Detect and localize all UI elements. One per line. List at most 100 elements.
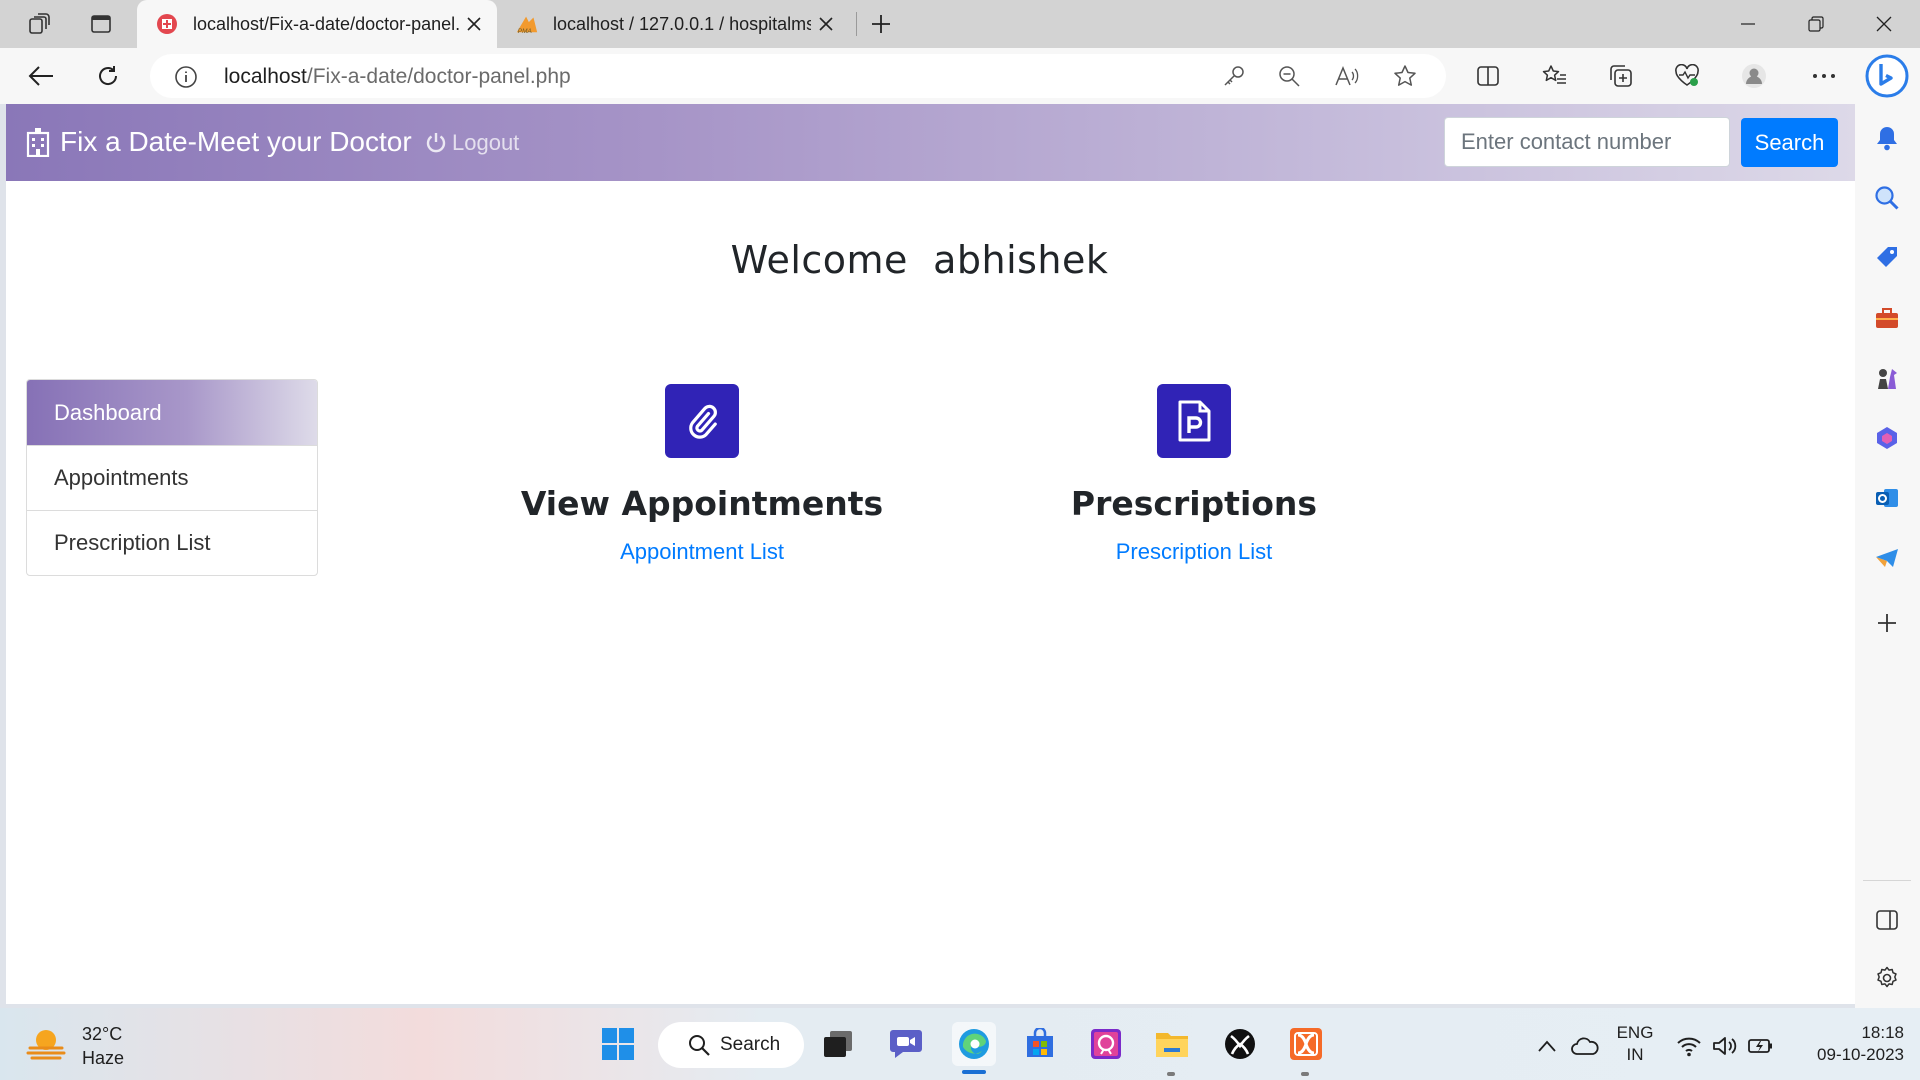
xampp-open-indicator <box>1301 1072 1309 1076</box>
browser-toolbar: localhost/Fix-a-date/doctor-panel.php <box>0 48 1920 104</box>
clock[interactable]: 18:18 09-10-2023 <box>1790 1022 1904 1066</box>
language-indicator[interactable]: ENG IN <box>1612 1022 1658 1066</box>
minimize-icon[interactable] <box>1714 0 1782 48</box>
tab-doctor-panel[interactable]: localhost/Fix-a-date/doctor-panel.php <box>137 0 497 48</box>
outlook-icon[interactable] <box>1871 482 1903 514</box>
search-button[interactable]: Search <box>1741 118 1838 167</box>
site-info-icon[interactable] <box>174 65 198 89</box>
clock-time: 18:18 <box>1861 1023 1904 1042</box>
close-window-icon[interactable] <box>1850 0 1918 48</box>
settings-gear-icon[interactable] <box>1871 962 1903 994</box>
browser-tab-strip: localhost/Fix-a-date/doctor-panel.php PM… <box>0 0 1920 48</box>
tab-divider <box>856 12 857 36</box>
side-menu: Dashboard Appointments Prescription List <box>26 379 318 576</box>
favorite-star-icon[interactable] <box>1388 59 1422 93</box>
new-tab-icon[interactable] <box>866 9 896 39</box>
xbox-icon[interactable] <box>1218 1022 1262 1066</box>
start-windows-icon[interactable] <box>596 1022 640 1066</box>
weather-widget[interactable]: 32°C Haze <box>26 1022 124 1070</box>
copilot-icon[interactable] <box>1864 53 1910 99</box>
prescriptions-card: Prescriptions Prescription List <box>984 384 1404 565</box>
task-view-icon[interactable] <box>816 1022 860 1066</box>
explorer-open-indicator <box>1167 1072 1175 1076</box>
key-icon[interactable] <box>1217 59 1251 93</box>
menu-item-prescription-list[interactable]: Prescription List <box>27 510 317 575</box>
tab-title: localhost / 127.0.0.1 / hospitalms <box>553 13 811 34</box>
zoom-out-icon[interactable] <box>1272 59 1306 93</box>
lang-bottom: IN <box>1626 1045 1644 1064</box>
haze-weather-icon <box>26 1026 66 1067</box>
browser-essentials-icon[interactable] <box>1668 57 1706 95</box>
tab-actions-icon[interactable] <box>86 9 116 39</box>
lang-top: ENG <box>1616 1023 1654 1042</box>
collections-icon[interactable] <box>1602 57 1640 95</box>
telegram-send-icon[interactable] <box>1871 542 1903 574</box>
brand-text: Fix a Date-Meet your Doctor <box>60 126 412 157</box>
weather-temp: 32°C <box>82 1024 123 1044</box>
chevron-up-icon[interactable] <box>1534 1033 1560 1059</box>
taskbar-search[interactable]: Search <box>658 1022 804 1068</box>
games-chess-icon[interactable] <box>1871 362 1903 394</box>
logout-link[interactable]: Logout <box>426 128 519 158</box>
windows-taskbar: 32°C Haze Search ENG IN 18:18 09-10-2023 <box>0 1008 1920 1080</box>
edge-sidebar <box>1855 104 1920 1008</box>
add-sidebar-app-icon[interactable] <box>1871 607 1903 639</box>
close-tab-icon[interactable] <box>459 9 489 39</box>
shopping-tag-icon[interactable] <box>1871 242 1903 274</box>
microsoft-store-icon[interactable] <box>1018 1022 1062 1066</box>
profile-avatar-icon[interactable] <box>1735 57 1773 95</box>
xampp-icon[interactable] <box>1284 1022 1328 1066</box>
power-icon <box>426 132 448 154</box>
refresh-icon[interactable] <box>89 57 127 95</box>
microsoft365-icon[interactable] <box>1871 422 1903 454</box>
site-brand[interactable]: Fix a Date-Meet your Doctor <box>26 124 412 160</box>
prescription-list-link[interactable]: Prescription List <box>984 539 1404 565</box>
search-icon <box>689 1035 710 1056</box>
svg-text:PMA: PMA <box>518 28 532 35</box>
logout-label: Logout <box>452 130 520 155</box>
sidebar-divider <box>1863 880 1911 881</box>
menu-item-appointments[interactable]: Appointments <box>27 445 317 510</box>
hospital-icon <box>26 127 52 157</box>
tab-title: localhost/Fix-a-date/doctor-panel.php <box>193 13 459 34</box>
photo-editor-icon[interactable] <box>1084 1022 1128 1066</box>
card-title: Prescriptions <box>1070 484 1318 523</box>
contact-search-input[interactable] <box>1444 117 1730 167</box>
welcome-heading: Welcome abhishek <box>730 238 1109 282</box>
menu-item-dashboard[interactable]: Dashboard <box>27 380 317 445</box>
taskbar-search-label: Search <box>720 1034 781 1055</box>
more-menu-icon[interactable] <box>1805 57 1843 95</box>
tools-briefcase-icon[interactable] <box>1871 302 1903 334</box>
search-sidebar-icon[interactable] <box>1871 182 1903 214</box>
card-title: View Appointments <box>520 484 884 523</box>
battery-charging-icon[interactable] <box>1748 1033 1774 1059</box>
site-favicon-icon <box>155 12 179 36</box>
teams-meet-icon[interactable] <box>884 1022 928 1066</box>
paperclip-icon <box>665 384 739 458</box>
address-bar[interactable]: localhost/Fix-a-date/doctor-panel.php <box>150 54 1446 98</box>
split-screen-icon[interactable] <box>1469 57 1507 95</box>
restore-icon[interactable] <box>1782 0 1850 48</box>
url-text: localhost/Fix-a-date/doctor-panel.php <box>224 65 571 88</box>
notifications-bell-icon[interactable] <box>1871 122 1903 154</box>
prescription-file-icon <box>1157 384 1231 458</box>
appointment-list-link[interactable]: Appointment List <box>492 539 912 565</box>
file-explorer-icon[interactable] <box>1150 1022 1194 1066</box>
view-appointments-card: View Appointments Appointment List <box>492 384 912 565</box>
read-aloud-icon[interactable] <box>1330 59 1364 93</box>
favorites-icon[interactable] <box>1536 57 1574 95</box>
hide-sidebar-icon[interactable] <box>1871 904 1903 936</box>
volume-icon[interactable] <box>1712 1033 1738 1059</box>
workspaces-icon[interactable] <box>24 9 54 39</box>
edge-active-indicator <box>962 1070 986 1074</box>
close-tab-icon[interactable] <box>811 9 841 39</box>
back-icon[interactable] <box>22 57 60 95</box>
phpmyadmin-favicon-icon: PMA <box>515 12 539 36</box>
wifi-icon[interactable] <box>1676 1033 1702 1059</box>
tab-phpmyadmin[interactable]: PMA localhost / 127.0.0.1 / hospitalms <box>497 0 849 48</box>
edge-browser-icon[interactable] <box>952 1022 996 1066</box>
onedrive-cloud-icon[interactable] <box>1570 1033 1600 1059</box>
clock-date: 09-10-2023 <box>1817 1045 1904 1064</box>
site-navbar: Fix a Date-Meet your Doctor Logout Searc… <box>6 104 1855 181</box>
weather-desc: Haze <box>82 1048 125 1068</box>
